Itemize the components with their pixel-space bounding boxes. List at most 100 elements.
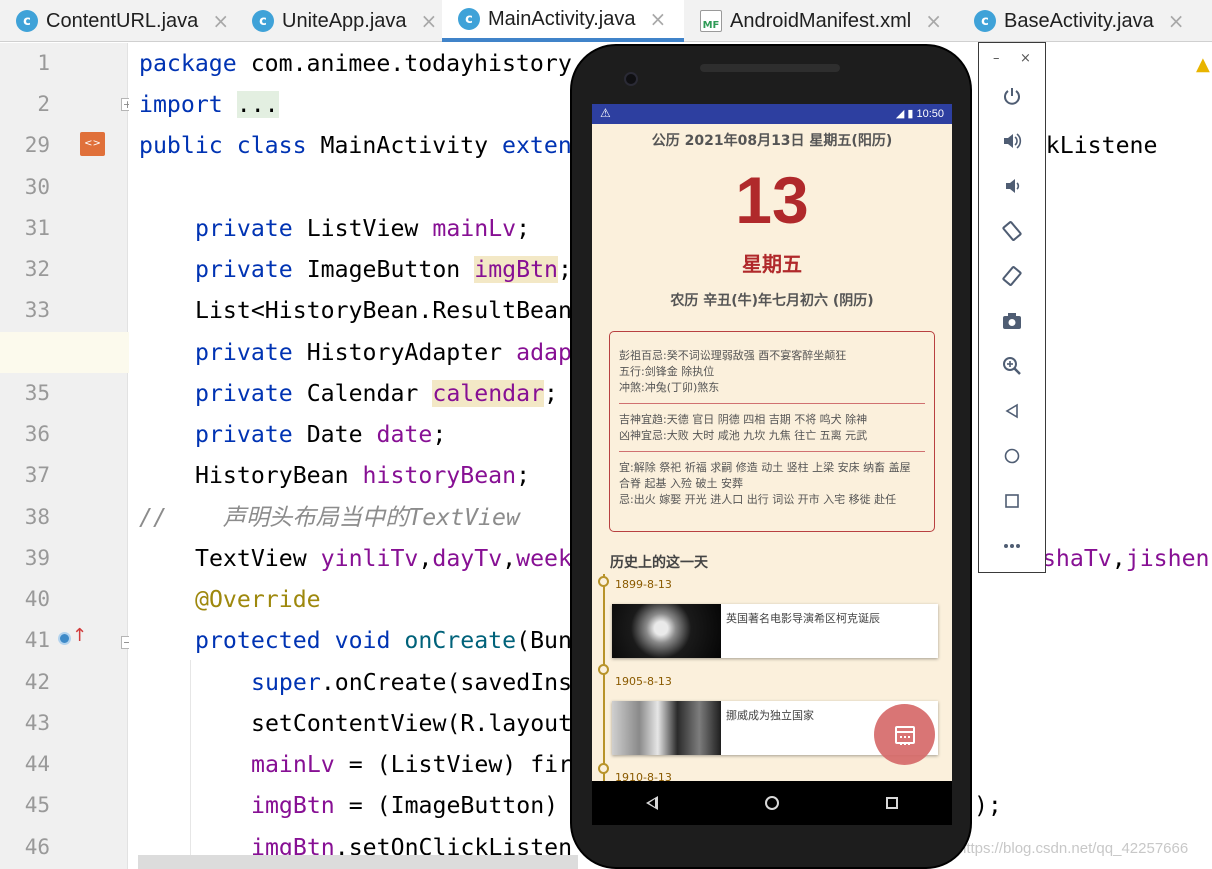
almanac-wuxing: 五行:剑锋金 除执位 — [619, 365, 715, 378]
comma: , — [418, 545, 433, 572]
tab-androidmanifest[interactable]: MF AndroidManifest.xml × — [684, 0, 958, 42]
type-name: TextView — [195, 545, 307, 572]
code-line-42[interactable]: super.onCreate(savedIns — [251, 662, 572, 703]
zoom-icon[interactable] — [1001, 355, 1023, 377]
warning-icon[interactable]: ▲ — [1196, 54, 1210, 75]
field-name: historyBean — [362, 462, 517, 489]
more-icon[interactable] — [1001, 535, 1023, 557]
code-line-39[interactable]: TextView yinliTv,dayTv,week — [195, 538, 572, 579]
comma: , — [502, 545, 517, 572]
keyword: private — [195, 380, 293, 407]
field-name: mainLv — [251, 751, 335, 778]
code-line-37[interactable]: HistoryBean historyBean; — [195, 455, 530, 496]
keyword: private — [195, 421, 293, 448]
java-class-icon: c — [16, 10, 38, 32]
timeline-dot — [598, 763, 609, 774]
calendar-icon — [894, 725, 915, 745]
line-number: 29 — [24, 133, 50, 157]
tab-label: AndroidManifest.xml — [730, 9, 912, 32]
type-name: ImageButton — [306, 256, 461, 283]
code-line-31[interactable]: private ListView mainLv; — [195, 208, 530, 249]
editor-gutter: 1 2 29 30 31 32 33 34 35 36 37 38 39 40 … — [0, 43, 134, 869]
code-line-2[interactable]: import ... — [139, 84, 279, 125]
back-icon[interactable] — [1001, 400, 1023, 422]
horizontal-scrollbar[interactable] — [138, 855, 578, 869]
device-screen[interactable]: ⚠ ◢ ▮ 10:50 公历 2021年08月13日 星期五(阳历) 13 星期… — [592, 104, 952, 781]
code-line-1[interactable]: package com.animee.todayhistory — [139, 43, 572, 84]
warning-icon: ⚠ — [600, 106, 611, 120]
code-line-35[interactable]: private Calendar calendar; — [195, 373, 558, 414]
recents-icon[interactable] — [886, 797, 899, 809]
code-line-36[interactable]: private Date date; — [195, 414, 446, 455]
tab-mainactivity[interactable]: c MainActivity.java × — [442, 0, 684, 42]
back-icon[interactable] — [645, 796, 658, 810]
code-line-38[interactable]: // 声明头布局当中的TextView — [139, 497, 520, 538]
code-line-39-tail[interactable]: yshaTv,jishen — [1028, 538, 1210, 579]
layout-file-icon[interactable]: <> — [80, 132, 105, 156]
line-number: 35 — [24, 381, 50, 405]
semicolon: ; — [544, 380, 559, 407]
minimize-icon[interactable]: – — [993, 51, 1000, 66]
keyword: package — [139, 50, 237, 77]
code-line-44[interactable]: mainLv = (ListView) fir — [251, 744, 572, 785]
code-line-43[interactable]: setContentView(R.layout — [251, 703, 572, 744]
almanac-pengzu: 彭祖百忌:癸不词讼理弱敌强 酉不宴客醉坐颠狂 — [619, 349, 847, 362]
gregorian-date: 公历 2021年08月13日 星期五(阳历) — [651, 133, 893, 149]
code-line-45[interactable]: imgBtn = (ImageButton) — [251, 785, 558, 826]
close-tab-icon[interactable]: × — [925, 9, 942, 33]
code-line-32[interactable]: private ImageButton imgBtn; — [195, 249, 572, 290]
line-number: 36 — [24, 422, 50, 446]
tab-uniteapp[interactable]: c UniteApp.java × — [236, 0, 442, 42]
almanac-jishen: 吉神宜趋:天德 官日 阴德 四相 吉期 不将 鸣犬 除神 — [619, 413, 868, 426]
code-line-41[interactable]: protected void onCreate(Bun — [195, 620, 572, 661]
almanac-box: 彭祖百忌:癸不词讼理弱敌强 酉不宴客醉坐颠狂 五行:剑锋金 除执位 冲煞:冲兔(… — [609, 331, 935, 532]
tab-baseactivity[interactable]: c BaseActivity.java × — [958, 0, 1212, 42]
line-number: 46 — [24, 835, 50, 859]
volume-up-icon[interactable] — [1001, 130, 1023, 152]
method-name: onCreate — [404, 627, 517, 654]
close-tab-icon[interactable]: × — [212, 9, 229, 33]
type-name: Date — [306, 421, 363, 448]
close-tab-icon[interactable]: × — [1168, 9, 1185, 33]
home-icon[interactable] — [1001, 445, 1023, 467]
indent-guide — [190, 660, 191, 869]
day-number: 13 — [735, 163, 809, 237]
line-number: 43 — [24, 711, 50, 735]
code-line-29[interactable]: public class MainActivity exten — [139, 125, 572, 166]
java-class-icon: c — [974, 10, 996, 32]
code-text: (Bun — [516, 627, 572, 654]
calendar-fab-button[interactable] — [874, 704, 935, 765]
event-date: 1899-8-13 — [615, 578, 672, 591]
keyword: private — [195, 256, 293, 283]
status-right: ◢ ▮ 10:50 — [896, 107, 944, 120]
code-line-34[interactable]: private HistoryAdapter adap — [195, 332, 572, 373]
history-event-card[interactable]: 英国著名电影导演希区柯克诞辰 — [612, 604, 938, 658]
close-tab-icon[interactable]: × — [421, 9, 438, 33]
rotate-left-icon[interactable] — [1001, 220, 1023, 242]
keyword: import — [139, 91, 223, 118]
override-marker-icon[interactable] — [58, 632, 71, 645]
line-number: 42 — [24, 670, 50, 694]
tab-contenturl[interactable]: c ContentURL.java × — [0, 0, 236, 42]
close-tab-icon[interactable]: × — [649, 7, 666, 31]
close-icon[interactable]: × — [1020, 51, 1031, 66]
keyword: private — [195, 339, 293, 366]
code-line-33[interactable]: List<HistoryBean.ResultBean — [195, 290, 572, 331]
watermark: https://blog.csdn.net/qq_42257666 — [958, 840, 1189, 857]
line-number: 33 — [24, 298, 50, 322]
status-bar: ⚠ ◢ ▮ 10:50 — [592, 104, 952, 124]
folded-imports[interactable]: ... — [236, 91, 279, 118]
overview-icon[interactable] — [1001, 490, 1023, 512]
screenshot-camera-icon[interactable] — [1001, 310, 1023, 332]
code-line-40[interactable]: @Override — [195, 579, 321, 620]
home-icon[interactable] — [764, 796, 779, 810]
keyword: exten — [502, 132, 572, 159]
volume-down-icon[interactable] — [1001, 175, 1023, 197]
line-number: 30 — [24, 175, 50, 199]
power-icon[interactable] — [1001, 85, 1023, 107]
timeline-line — [603, 574, 605, 781]
field-name: mainLv — [432, 215, 517, 242]
history-section-title: 历史上的这一天 — [610, 555, 708, 571]
almanac-yi: 宜:解除 祭祀 祈福 求嗣 修造 动土 竖柱 上梁 安床 纳畜 盖屋 合脊 起基… — [619, 461, 911, 490]
rotate-right-icon[interactable] — [1001, 265, 1023, 287]
